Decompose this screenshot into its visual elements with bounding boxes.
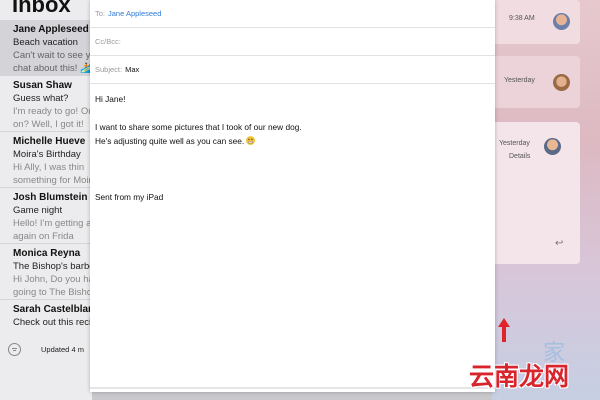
grimace-emoji-icon: [246, 136, 256, 145]
mail-preview-text: chat about this!: [13, 63, 78, 74]
mail-subject: The Bishop's barbe: [13, 261, 92, 272]
subject-label: Subject:: [95, 65, 123, 74]
mail-preview: chat about this! 🏄: [13, 62, 92, 75]
list-item[interactable]: Jane Appleseed Beach vacation Can't wait…: [0, 20, 92, 76]
avatar: [553, 13, 570, 30]
sender-name: Monica Reyna: [13, 248, 81, 259]
greeting-line: Hi Jane!: [95, 94, 126, 104]
filter-icon[interactable]: [8, 342, 21, 356]
list-item[interactable]: Monica Reyna The Bishop's barbe Hi John,…: [0, 244, 92, 300]
subject-field[interactable]: Subject: Max: [90, 56, 495, 84]
list-item[interactable]: Susan Shaw Guess what? I'm ready to go! …: [0, 76, 92, 132]
mail-subject: Game night: [13, 205, 63, 216]
mail-preview: going to The Bishop: [13, 287, 92, 298]
body-line: He's adjusting quite well as you can see…: [95, 134, 475, 148]
details-link[interactable]: Details: [509, 153, 530, 160]
cc-bcc-field[interactable]: Cc/Bcc:: [90, 28, 495, 56]
mail-preview: on? Well, I got it!: [13, 119, 84, 130]
mail-subject: Moira's Birthday: [13, 149, 81, 160]
mail-preview: again on Frida: [13, 231, 74, 242]
sender-name: Michelle Hueve: [13, 136, 86, 147]
mail-preview: something for Moira: [13, 175, 92, 186]
avatar: [544, 138, 561, 155]
body-line-text: He's adjusting quite well as you can see…: [95, 136, 245, 146]
thread-card[interactable]: 9:38 AM: [492, 0, 580, 44]
reply-icon[interactable]: ↩: [555, 238, 563, 249]
mail-preview: Hello! I'm getting a: [13, 218, 92, 229]
message-time: Yesterday: [499, 140, 530, 147]
mail-preview: I'm ready to go! On: [13, 106, 92, 117]
message-time: 9:38 AM: [509, 15, 535, 22]
sender-name: Susan Shaw: [13, 80, 72, 91]
avatar: [553, 74, 570, 91]
body-line: I want to share some pictures that I too…: [95, 122, 302, 132]
mail-subject: Check out this recip: [13, 317, 92, 328]
signature: Sent from my iPad: [95, 192, 164, 202]
to-label: To:: [95, 9, 106, 18]
sender-name: Josh Blumstein: [13, 192, 88, 203]
cc-bcc-label: Cc/Bcc:: [95, 37, 121, 46]
mail-preview: Can't wait to see yo: [13, 50, 92, 61]
message-body[interactable]: Hi Jane! I want to share some pictures t…: [95, 92, 475, 204]
mail-subject: Guess what?: [13, 93, 69, 104]
thread-card[interactable]: Yesterday: [492, 56, 580, 108]
message-time: Yesterday: [504, 77, 535, 84]
mail-subject: Beach vacation: [13, 37, 78, 48]
mail-list: Jane Appleseed Beach vacation Can't wait…: [0, 20, 92, 356]
watermark-text: 云南龙网: [469, 362, 570, 391]
mail-preview: Hi John, Do you hav: [13, 274, 92, 285]
list-item[interactable]: Josh Blumstein Game night Hello! I'm get…: [0, 188, 92, 244]
divider: [90, 387, 495, 389]
sender-name: Sarah Castelblan: [13, 304, 92, 315]
mailbox-status-bar: Updated 4 m: [0, 336, 92, 362]
to-field[interactable]: To: Jane Appleseed: [90, 0, 495, 28]
mail-list-pane: Inbox Jane Appleseed Beach vacation Can'…: [0, 0, 92, 400]
updated-status: Updated 4 m: [41, 344, 84, 354]
thread-card[interactable]: Yesterday Details ↩: [492, 122, 580, 264]
to-recipient[interactable]: Jane Appleseed: [108, 9, 161, 18]
inbox-title: Inbox: [12, 0, 71, 17]
list-item[interactable]: Michelle Hueve Moira's Birthday Hi Ally,…: [0, 132, 92, 188]
subject-value[interactable]: Max: [125, 65, 139, 74]
mail-preview: Hi Ally, I was thin: [13, 162, 85, 173]
sender-name: Jane Appleseed: [13, 24, 89, 35]
compose-sheet: To: Jane Appleseed Cc/Bcc: Subject: Max …: [90, 0, 495, 392]
watermark-logo: 家 云南龙网: [455, 335, 595, 391]
